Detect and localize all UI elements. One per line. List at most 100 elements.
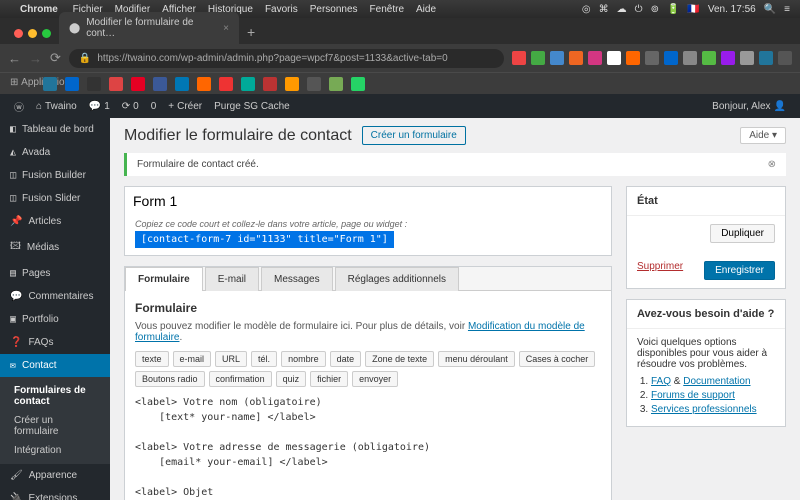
bookmarks-bar[interactable]: ⊞ Applications: [0, 72, 800, 94]
help-link[interactable]: Forums de support: [651, 390, 735, 401]
help-desc: Voici quelques options disponibles pour …: [637, 337, 775, 370]
tag-date[interactable]: date: [330, 351, 362, 367]
duplicate-button[interactable]: Dupliquer: [710, 224, 775, 243]
tag-textarea[interactable]: Zone de texte: [365, 351, 434, 367]
help-link-row: Forums de support: [651, 390, 775, 401]
chrome-tab-strip: ⬤ Modifier le formulaire de cont… × +: [0, 18, 800, 44]
updates-count[interactable]: ⟳ 0: [116, 101, 145, 112]
shortcode-value[interactable]: [contact-form-7 id="1133" title="Form 1"…: [135, 231, 394, 248]
extension-icons[interactable]: [512, 51, 792, 65]
sidebar-item-pages[interactable]: ▤Pages: [0, 262, 110, 285]
tag-acceptance[interactable]: confirmation: [209, 371, 272, 387]
create-form-button[interactable]: Créer un formulaire: [362, 126, 466, 145]
new-count[interactable]: 0: [145, 101, 163, 112]
system-tray[interactable]: ◎ ⌘ ☁ ⏻ ⊚ 🔋 🇫🇷 Ven. 17:56 🔍 ≡: [582, 4, 790, 15]
address-bar[interactable]: 🔒 https://twaino.com/wp-admin/admin.php?…: [69, 49, 504, 68]
tag-generators: texte e-mail URL tél. nombre date Zone d…: [135, 351, 601, 387]
sidebar-item-appearance[interactable]: 🖌Apparence: [0, 464, 110, 487]
user-greeting[interactable]: Bonjour, Alex 👤: [706, 101, 792, 112]
tag-checkbox[interactable]: Cases à cocher: [519, 351, 596, 367]
tab-title: Modifier le formulaire de cont…: [86, 17, 217, 39]
tag-dropdown[interactable]: menu déroulant: [438, 351, 515, 367]
browser-tab[interactable]: ⬤ Modifier le formulaire de cont… ×: [59, 12, 239, 44]
tag-number[interactable]: nombre: [281, 351, 326, 367]
reload-button[interactable]: ⟳: [50, 50, 61, 66]
help-link[interactable]: Services professionnels: [651, 404, 757, 415]
submenu-create[interactable]: Créer un formulaire: [0, 411, 110, 441]
notice-text: Formulaire de contact créé.: [137, 159, 259, 170]
tag-quiz[interactable]: quiz: [276, 371, 307, 387]
maximize-window[interactable]: [42, 29, 51, 38]
tab-email[interactable]: E-mail: [205, 267, 259, 291]
tag-tel[interactable]: tél.: [251, 351, 277, 367]
status-icon: ☁: [617, 4, 627, 15]
wp-logo-icon[interactable]: ⓦ: [8, 99, 30, 114]
menu-icon[interactable]: ≡: [784, 4, 790, 15]
site-link[interactable]: ⌂ Twaino: [30, 101, 83, 112]
page-title: Modifier le formulaire de contact: [124, 127, 352, 145]
sidebar-item-dashboard[interactable]: ◧Tableau de bord: [0, 118, 110, 141]
success-notice: Formulaire de contact créé. ⊗: [124, 153, 786, 176]
sidebar-item-faqs[interactable]: ❓FAQs: [0, 331, 110, 354]
form-title-input[interactable]: [125, 187, 611, 215]
battery-icon: 🔋: [667, 4, 679, 15]
tab-additional[interactable]: Réglages additionnels: [335, 267, 459, 291]
tag-radio[interactable]: Boutons radio: [135, 371, 205, 387]
sidebar-item-extensions[interactable]: 🔌Extensions: [0, 487, 110, 500]
state-title: État: [627, 187, 785, 216]
tag-url[interactable]: URL: [215, 351, 247, 367]
title-panel: Copiez ce code court et collez-le dans v…: [124, 186, 612, 256]
status-icon: ⌘: [599, 4, 609, 15]
editor-tabs: Formulaire E-mail Messages Réglages addi…: [125, 267, 611, 291]
shortcode-hint: Copiez ce code court et collez-le dans v…: [135, 219, 601, 229]
sidebar-item-portfolio[interactable]: ▣Portfolio: [0, 308, 110, 331]
window-controls[interactable]: [6, 29, 59, 44]
search-icon[interactable]: 🔍: [764, 4, 776, 15]
tag-file[interactable]: fichier: [310, 371, 348, 387]
create-link[interactable]: + Créer: [162, 101, 208, 112]
save-button[interactable]: Enregistrer: [704, 261, 775, 280]
comments-count[interactable]: 💬 1: [83, 101, 116, 112]
forward-button[interactable]: →: [29, 51, 42, 66]
tag-text[interactable]: texte: [135, 351, 169, 367]
help-link[interactable]: Documentation: [683, 376, 750, 387]
apps-icon[interactable]: ⊞ Applications: [10, 77, 35, 91]
dismiss-notice-icon[interactable]: ⊗: [768, 159, 776, 170]
help-link-row: FAQ & Documentation: [651, 376, 775, 387]
favicon: ⬤: [69, 23, 80, 34]
submenu-forms[interactable]: Formulaires de contact: [0, 381, 110, 411]
sidebar-item-medias[interactable]: 🖾Médias: [0, 233, 110, 262]
sidebar-item-avada[interactable]: ◭Avada: [0, 141, 110, 164]
sidebar-item-contact[interactable]: ✉Contact: [0, 354, 110, 377]
help-title: Avez-vous besoin d'aide ?: [627, 300, 785, 329]
sidebar-item-fusion-slider[interactable]: ◫Fusion Slider: [0, 187, 110, 210]
help-link-row: Services professionnels: [651, 404, 775, 415]
submenu-integration[interactable]: Intégration: [0, 441, 110, 460]
wp-admin-bar[interactable]: ⓦ ⌂ Twaino 💬 1 ⟳ 0 0 + Créer Purge SG Ca…: [0, 94, 800, 118]
help-dropdown[interactable]: Aide ▾: [740, 127, 786, 144]
sidebar-item-fusion-builder[interactable]: ◫Fusion Builder: [0, 164, 110, 187]
new-tab-button[interactable]: +: [239, 20, 263, 44]
back-button[interactable]: ←: [8, 51, 21, 66]
tab-form[interactable]: Formulaire: [125, 267, 203, 291]
help-panel: Avez-vous besoin d'aide ? Voici quelques…: [626, 299, 786, 427]
clock: Ven. 17:56: [708, 4, 756, 15]
tag-submit[interactable]: envoyer: [352, 371, 398, 387]
lock-icon: 🔒: [79, 53, 91, 64]
tag-email[interactable]: e-mail: [173, 351, 212, 367]
purge-cache[interactable]: Purge SG Cache: [208, 101, 296, 112]
minimize-window[interactable]: [28, 29, 37, 38]
close-tab-icon[interactable]: ×: [223, 23, 229, 34]
status-icon: ⏻: [635, 4, 643, 15]
sidebar-item-comments[interactable]: 💬Commentaires: [0, 285, 110, 308]
wifi-icon: ⊚: [651, 4, 659, 15]
editor-panel: Formulaire E-mail Messages Réglages addi…: [124, 266, 612, 500]
status-icon: ◎: [582, 4, 591, 15]
form-template-editor[interactable]: <label> Votre nom (obligatoire) [text* y…: [135, 395, 601, 500]
sidebar-item-articles[interactable]: 📌Articles: [0, 210, 110, 233]
state-panel: État Dupliquer Supprimer Enregistrer: [626, 186, 786, 289]
delete-link[interactable]: Supprimer: [637, 261, 683, 280]
help-link[interactable]: FAQ: [651, 376, 671, 387]
close-window[interactable]: [14, 29, 23, 38]
tab-messages[interactable]: Messages: [261, 267, 333, 291]
